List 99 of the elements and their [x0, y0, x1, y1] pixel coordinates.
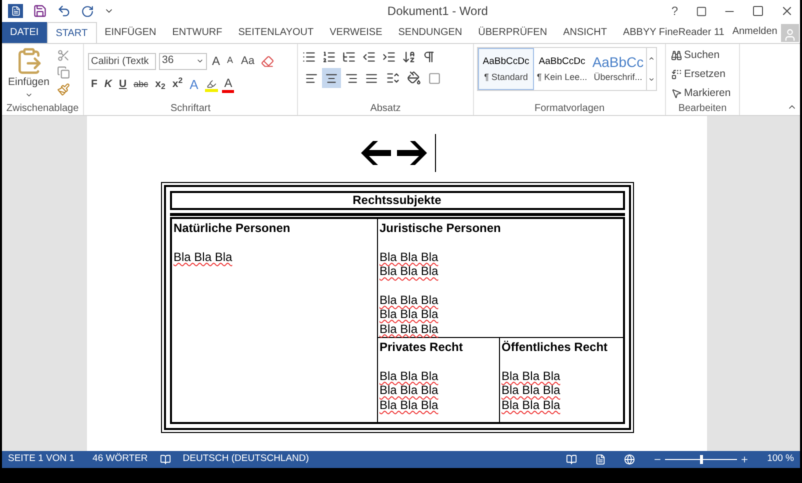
bullets-icon[interactable]: [302, 50, 316, 64]
cell-heading: Natürliche Personen: [174, 221, 292, 236]
undo-icon[interactable]: [57, 4, 71, 18]
subscript-button[interactable]: x$_{2}$: [152, 75, 168, 95]
align-button[interactable]: [322, 68, 341, 88]
grow-font-button[interactable]: A: [210, 52, 222, 70]
style-item[interactable]: AaBbCcDc ¶ Kein Lee...: [534, 48, 590, 90]
cell-text: Bla Bla Bla: [174, 250, 232, 264]
cell-text: Bla Bla Bla: [380, 264, 438, 279]
save-icon[interactable]: [33, 4, 47, 18]
group-label: Schriftart: [170, 102, 210, 115]
page-count[interactable]: SEITE 1 VON 1: [8, 452, 75, 467]
cell-text: Bla Bla Bla: [380, 322, 438, 336]
shading-icon[interactable]: [407, 71, 421, 85]
redo-icon[interactable]: [81, 4, 94, 18]
cell-text: Bla Bla Bla: [380, 307, 438, 322]
pointer-icon: [671, 88, 682, 99]
ribbon-tab[interactable]: ANSICHT: [555, 22, 615, 43]
scroll-down-icon[interactable]: [648, 76, 655, 83]
cell-heading: Privates Recht: [380, 340, 464, 355]
group-label: Absatz: [370, 102, 401, 115]
show-marks-icon[interactable]: [422, 50, 436, 64]
text-cursor: [434, 134, 436, 172]
ribbon-tab[interactable]: ÜBERPRÜFEN: [470, 22, 556, 43]
ribbon-tab[interactable]: SEITENLAYOUT: [230, 22, 322, 43]
decrease-indent-icon[interactable]: [362, 50, 376, 64]
bold-button[interactable]: F: [88, 75, 100, 95]
group-label: Zwischenablage: [6, 102, 79, 115]
highlighter-icon[interactable]: [205, 78, 218, 92]
language[interactable]: DEUTSCH (DEUTSCHLAND): [182, 452, 309, 467]
cell-text: Bla Bla Bla: [380, 369, 438, 384]
cell-text: Bla Bla Bla: [380, 292, 438, 308]
cell-text: Bla Bla Bla: [380, 398, 438, 412]
proofing-icon[interactable]: [160, 454, 171, 465]
font-name-field[interactable]: Calibri (Textk: [88, 52, 156, 70]
scroll-up-icon[interactable]: [648, 55, 655, 62]
find-button[interactable]: Suchen: [671, 48, 734, 64]
cell-heading: Juristische Personen: [380, 221, 502, 236]
close-icon[interactable]: [780, 4, 794, 18]
word-count[interactable]: 46 WÖRTER: [92, 452, 148, 467]
superscript-button[interactable]: x$^{2}$: [169, 75, 186, 95]
maximize-icon[interactable]: [752, 5, 764, 17]
multilevel-list-icon[interactable]: [342, 50, 356, 64]
underline-button[interactable]: U: [116, 75, 130, 95]
paste-button[interactable]: Einfügen: [8, 47, 50, 102]
caret-icon: [196, 57, 204, 65]
cut-icon[interactable]: [57, 49, 70, 62]
cell-text: Bla Bla Bla: [380, 383, 438, 398]
style-item[interactable]: AaBbCc Überschrif...: [590, 48, 646, 90]
cell-heading: Öffentliches Recht: [502, 340, 609, 355]
copy-icon[interactable]: [57, 66, 70, 79]
group-label: Bearbeiten: [678, 102, 727, 115]
ribbon-tab[interactable]: SENDUNGEN: [390, 22, 470, 43]
ribbon-tab[interactable]: START: [46, 22, 97, 43]
ribbon-tab[interactable]: ABBYY FineReader 11: [614, 22, 732, 43]
cell-text: Bla Bla Bla: [380, 250, 438, 264]
numbering-icon[interactable]: [322, 50, 336, 64]
print-layout-icon[interactable]: [595, 454, 606, 465]
justify-icon: [365, 72, 378, 84]
align-center-icon: [325, 72, 338, 84]
format-painter-icon[interactable]: [57, 83, 70, 96]
cell-text: Bla Bla Bla: [502, 398, 560, 412]
ribbon-tab[interactable]: EINFÜGEN: [96, 22, 164, 43]
increase-indent-icon[interactable]: [382, 50, 396, 64]
borders-icon[interactable]: [428, 72, 441, 84]
font-color-button[interactable]: A: [222, 77, 234, 93]
replace-button[interactable]: Ersetzen: [671, 66, 734, 82]
text-effects-button[interactable]: A: [186, 75, 202, 95]
sort-icon[interactable]: [402, 50, 416, 64]
change-case-button[interactable]: Aa: [238, 51, 258, 71]
sign-in-link[interactable]: Anmelden: [732, 24, 778, 39]
file-tab[interactable]: DATEI: [2, 22, 47, 43]
ribbon-tab[interactable]: VERWEISE: [322, 22, 390, 43]
clear-format-icon[interactable]: [260, 54, 274, 68]
cell-text: Bla Bla Bla: [502, 383, 560, 398]
select-button[interactable]: Markieren: [671, 86, 734, 102]
zoom-level[interactable]: 100 %: [767, 452, 794, 467]
style-item[interactable]: AaBbCcDc ¶ Standard: [478, 48, 534, 90]
group-label: Formatvorlagen: [534, 102, 605, 115]
font-size-field[interactable]: 36: [159, 52, 207, 70]
read-mode-icon[interactable]: [566, 454, 578, 465]
align-left-icon: [305, 72, 318, 84]
shrink-font-button[interactable]: A: [225, 54, 236, 68]
zoom-in-icon[interactable]: [740, 455, 750, 464]
zoom-thumb[interactable]: [700, 455, 703, 464]
web-layout-icon[interactable]: [624, 454, 636, 465]
zoom-slider[interactable]: [665, 455, 738, 464]
cell-text: Bla Bla Bla: [502, 369, 560, 384]
italic-button[interactable]: K: [101, 75, 116, 95]
strikethrough-button[interactable]: abc: [130, 75, 152, 95]
help-button[interactable]: ?: [671, 2, 678, 20]
table-title: Rechtssubjekte: [170, 191, 624, 210]
ribbon-tab[interactable]: ENTWURF: [164, 22, 230, 43]
replace-icon: [671, 69, 682, 80]
binoculars-icon: [671, 50, 682, 62]
align-right-icon: [345, 72, 358, 84]
word-logo-icon[interactable]: [8, 4, 23, 18]
window-title: Dokument1 - Word: [387, 3, 488, 20]
line-spacing-icon[interactable]: [386, 71, 400, 85]
